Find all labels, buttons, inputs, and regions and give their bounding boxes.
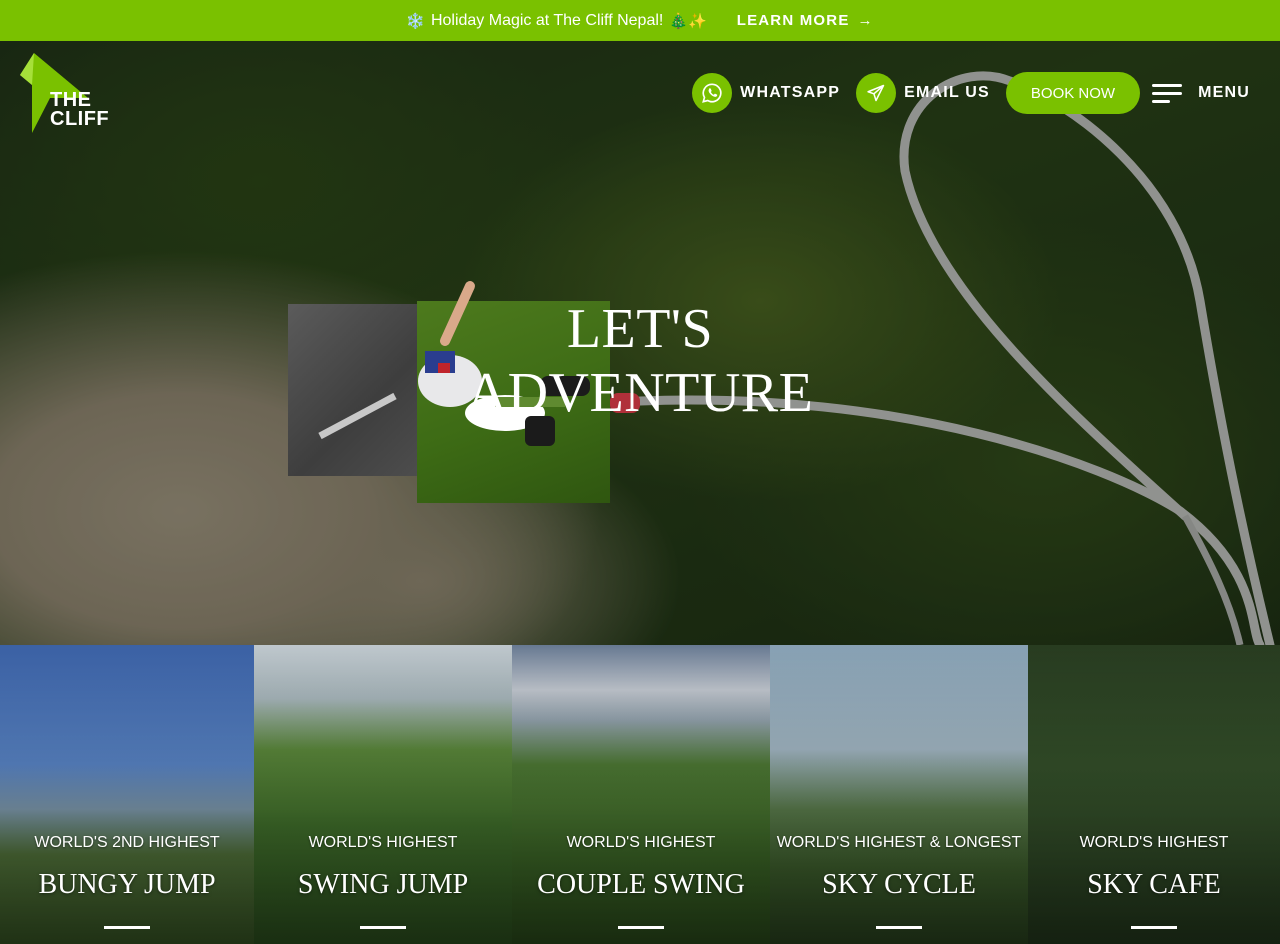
- whatsapp-icon: [692, 73, 733, 113]
- announcement-text: Holiday Magic at The Cliff Nepal!: [430, 11, 664, 29]
- menu-toggle[interactable]: MENU: [1152, 83, 1250, 103]
- activity-underline: [618, 926, 664, 929]
- activity-subtitle: WORLD'S HIGHEST: [1079, 834, 1229, 851]
- activity-title: BUNGY JUMP: [38, 869, 216, 900]
- hamburger-menu-icon: [1152, 83, 1183, 103]
- learn-more-label: LEARN MORE: [736, 12, 850, 29]
- activity-title: SKY CAFE: [1087, 869, 1221, 900]
- book-now-button[interactable]: BOOK NOW: [1005, 72, 1141, 114]
- activity-card-sky-cycle[interactable]: WORLD'S HIGHEST & LONGEST SKY CYCLE: [770, 645, 1028, 944]
- activity-title: COUPLE SWING: [537, 869, 745, 900]
- activity-subtitle: WORLD'S HIGHEST: [566, 834, 716, 851]
- announcement-bar: ❄️ Holiday Magic at The Cliff Nepal! 🎄✨ …: [0, 0, 1280, 41]
- logo-line-cliff: CLIFF: [50, 108, 110, 130]
- activity-underline: [360, 926, 406, 929]
- hero-title: LET'S ADVENTURE: [0, 297, 1280, 425]
- header-nav: WHATSAPP EMAIL US BOOK NOW MENU: [692, 72, 1250, 114]
- announcement-text-group: ❄️ Holiday Magic at The Cliff Nepal! 🎄✨: [406, 12, 706, 30]
- telegram-send-icon: [856, 73, 897, 113]
- activity-card-couple-swing[interactable]: WORLD'S HIGHEST COUPLE SWING: [512, 645, 770, 944]
- activity-cards: WORLD'S 2ND HIGHEST BUNGY JUMP WORLD'S H…: [0, 645, 1280, 944]
- whatsapp-label: WHATSAPP: [740, 84, 841, 101]
- arrow-right-icon: →: [857, 12, 874, 29]
- activity-underline: [876, 926, 922, 929]
- hero-section: LET'S ADVENTURE: [0, 41, 1280, 645]
- menu-label: MENU: [1198, 84, 1250, 101]
- activity-card-bungy-jump[interactable]: WORLD'S 2ND HIGHEST BUNGY JUMP: [0, 645, 254, 944]
- activity-card-swing-jump[interactable]: WORLD'S HIGHEST SWING JUMP: [254, 645, 512, 944]
- site-logo[interactable]: THE CLIFF: [20, 53, 110, 135]
- activity-card-sky-cafe[interactable]: WORLD'S HIGHEST SKY CAFE: [1028, 645, 1280, 944]
- activity-underline: [1131, 926, 1177, 929]
- snowflake-icon: ❄️: [406, 12, 425, 30]
- activity-subtitle: WORLD'S 2ND HIGHEST: [34, 834, 220, 851]
- logo-text: THE CLIFF: [50, 90, 110, 130]
- activity-subtitle: WORLD'S HIGHEST: [308, 834, 458, 851]
- activity-title: SKY CYCLE: [822, 869, 976, 900]
- hero-title-line1: LET'S: [566, 298, 714, 360]
- whatsapp-link[interactable]: WHATSAPP: [692, 73, 840, 113]
- activity-subtitle: WORLD'S HIGHEST & LONGEST: [776, 834, 1022, 851]
- email-us-label: EMAIL US: [904, 84, 990, 101]
- activity-title: SWING JUMP: [297, 869, 469, 900]
- hero-title-line2: ADVENTURE: [466, 362, 814, 424]
- learn-more-link[interactable]: LEARN MORE →: [737, 12, 874, 29]
- christmas-tree-sparkles-icon: 🎄✨: [669, 12, 707, 30]
- email-us-link[interactable]: EMAIL US: [856, 73, 990, 113]
- activity-underline: [104, 926, 150, 929]
